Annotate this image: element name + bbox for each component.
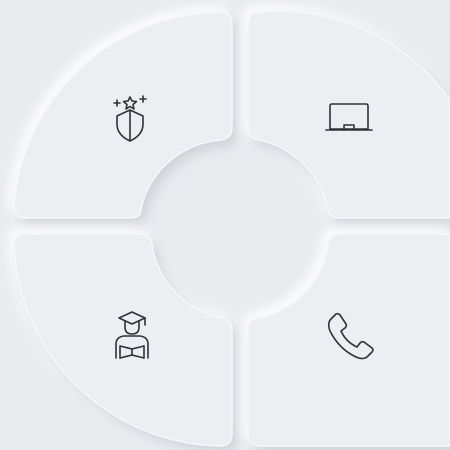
segment-top-right[interactable]	[247, 10, 450, 219]
segment-bottom-right[interactable]	[247, 233, 450, 447]
segment-top-left[interactable]	[13, 11, 233, 219]
segment-bottom-left[interactable]	[13, 233, 233, 447]
radial-menu	[0, 0, 450, 450]
radial-menu-dial	[13, 10, 450, 447]
